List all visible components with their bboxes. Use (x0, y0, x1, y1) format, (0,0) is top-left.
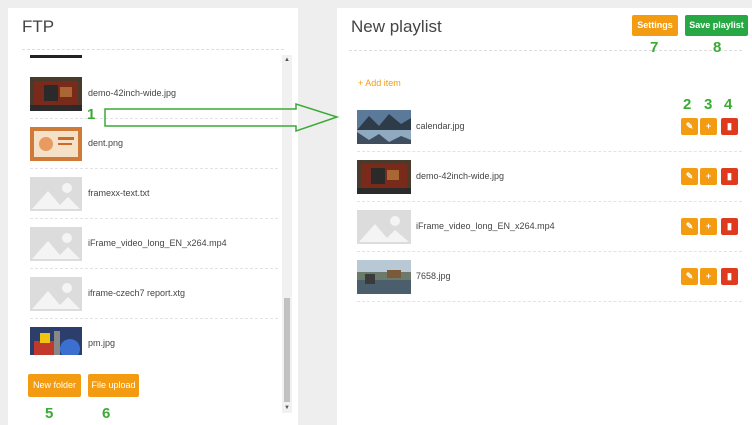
playlist-item-name: 7658.jpg (416, 271, 451, 281)
file-row[interactable]: framexx-text.txt (30, 169, 278, 219)
file-name: pm.jpg (88, 338, 116, 348)
scroll-down-arrow-icon[interactable]: ▼ (282, 403, 292, 413)
file-row[interactable]: demo-42inch-wide.jpg (30, 69, 278, 119)
divider (22, 49, 284, 50)
file-name: demo-42inch-wide.jpg (88, 88, 177, 98)
scroll-up-arrow-icon[interactable]: ▲ (282, 55, 292, 65)
playlist-row[interactable]: 7658.jpg ✎ + ▮ (357, 252, 742, 302)
pencil-icon[interactable]: ✎ (681, 118, 698, 135)
file-row[interactable]: iFrame_video_long_EN_x264.mp4 (30, 219, 278, 269)
playlist-item-name: iFrame_video_long_EN_x264.mp4 (416, 221, 555, 231)
trash-icon[interactable]: ▮ (721, 268, 738, 285)
placeholder-image-icon (30, 177, 82, 211)
annotation-number: 3 (704, 96, 713, 113)
trash-icon[interactable]: ▮ (721, 168, 738, 185)
playlist-item-name: calendar.jpg (416, 121, 465, 131)
pencil-icon[interactable]: ✎ (681, 168, 698, 185)
annotation-number: 2 (683, 96, 692, 113)
plus-icon[interactable]: + (700, 118, 717, 135)
partial-thumbnail (30, 55, 82, 58)
ftp-panel: FTP demo-42inch-wide.jpg dent.png framex… (8, 8, 298, 425)
file-row[interactable]: dent.png (30, 119, 278, 169)
plus-icon[interactable]: + (700, 268, 717, 285)
playlist-title: New playlist (351, 17, 442, 36)
photo-thumbnail (30, 327, 82, 355)
tv-thumbnail (30, 77, 82, 111)
file-name: framexx-text.txt (88, 188, 150, 198)
file-upload-button[interactable]: File upload (88, 374, 139, 397)
ftp-title: FTP (22, 17, 55, 36)
add-item-link[interactable]: + Add item (358, 78, 401, 88)
trash-icon[interactable]: ▮ (721, 118, 738, 135)
plus-icon[interactable]: + (700, 218, 717, 235)
annotation-number: 8 (713, 39, 722, 56)
placeholder-image-icon (30, 277, 82, 311)
ftp-scrollbar[interactable]: ▲ ▼ (282, 55, 292, 413)
file-row[interactable]: iframe-czech7 report.xtg (30, 269, 278, 319)
scroll-thumb[interactable] (284, 298, 290, 402)
playlist-panel: New playlist Settings Save playlist + Ad… (337, 8, 752, 425)
settings-button[interactable]: Settings (632, 15, 678, 36)
pencil-icon[interactable]: ✎ (681, 218, 698, 235)
lake-thumbnail (357, 110, 411, 144)
placeholder-image-icon (30, 227, 82, 261)
annotation-number: 4 (724, 96, 733, 113)
save-playlist-button[interactable]: Save playlist (685, 15, 748, 36)
pencil-icon[interactable]: ✎ (681, 268, 698, 285)
divider (349, 50, 742, 51)
orange-thumbnail (30, 127, 82, 161)
file-name: iFrame_video_long_EN_x264.mp4 (88, 238, 227, 248)
placeholder-image-icon (357, 210, 411, 244)
annotation-number: 5 (45, 405, 54, 422)
file-name: dent.png (88, 138, 124, 148)
harbor-thumbnail (357, 260, 411, 294)
ftp-file-list: demo-42inch-wide.jpg dent.png framexx-te… (30, 55, 286, 355)
new-folder-button[interactable]: New folder (28, 374, 81, 397)
annotation-number: 6 (102, 405, 111, 422)
playlist-item-name: demo-42inch-wide.jpg (416, 171, 505, 181)
playlist-row[interactable]: iFrame_video_long_EN_x264.mp4 ✎ + ▮ (357, 202, 742, 252)
file-row[interactable]: pm.jpg (30, 319, 278, 355)
trash-icon[interactable]: ▮ (721, 218, 738, 235)
file-name: iframe-czech7 report.xtg (88, 288, 186, 298)
annotation-number: 1 (87, 106, 96, 123)
tv-thumbnail (357, 160, 411, 194)
annotation-number: 7 (650, 39, 659, 56)
playlist-row[interactable]: demo-42inch-wide.jpg ✎ + ▮ (357, 152, 742, 202)
plus-icon[interactable]: + (700, 168, 717, 185)
